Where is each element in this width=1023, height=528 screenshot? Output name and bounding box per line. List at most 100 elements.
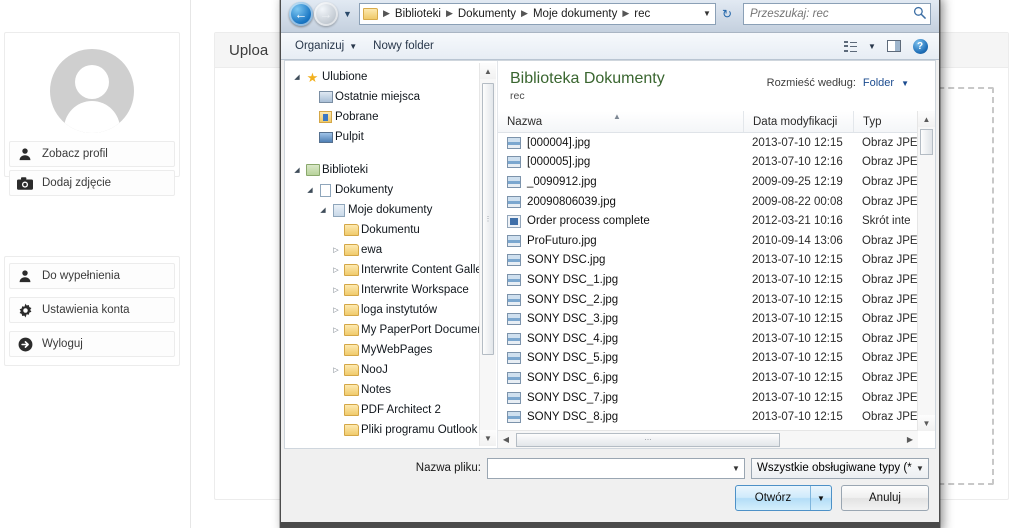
back-arrow-icon[interactable]: ← <box>289 1 313 26</box>
folder-icon <box>342 324 361 336</box>
table-row[interactable]: SONY DSC_4.jpg 2013-07-10 12:15 Obraz JPE <box>498 329 918 349</box>
scroll-up-arrow-icon[interactable]: ▲ <box>480 63 496 79</box>
scroll-up-arrow-icon[interactable]: ▲ <box>918 111 935 127</box>
tree-item-my-paperport-documents[interactable]: ▷ My PaperPort Documents <box>285 320 479 340</box>
scroll-down-arrow-icon[interactable]: ▼ <box>918 415 935 431</box>
expander-closed-icon[interactable]: ▷ <box>330 266 342 274</box>
chevron-down-icon[interactable]: ▼ <box>339 3 356 25</box>
jpeg-file-icon <box>507 371 521 384</box>
file-list-scroll-thumb[interactable] <box>920 129 933 155</box>
expander-closed-icon[interactable]: ▷ <box>330 286 342 294</box>
table-row[interactable]: _0090912.jpg 2009-09-25 12:19 Obraz JPE <box>498 172 918 192</box>
tree-item-notes[interactable]: Notes <box>285 380 479 400</box>
sidebar-item-add-photo[interactable]: Dodaj zdjęcie <box>9 170 175 196</box>
file-open-dialog[interactable]: ← → ▼ ▶ Biblioteki ▶ Dokumenty ▶ Moje do… <box>280 0 940 528</box>
breadcrumb-item-3[interactable]: rec <box>632 8 652 20</box>
forward-arrow-icon[interactable]: → <box>314 1 338 26</box>
file-name-label: SONY DSC_6.jpg <box>527 371 619 384</box>
view-caret-chevron-down-icon[interactable]: ▼ <box>863 42 881 51</box>
open-split-button[interactable]: Otwórz ▼ <box>735 485 832 511</box>
refresh-icon[interactable]: ↻ <box>716 7 738 21</box>
expander-closed-icon[interactable]: ▷ <box>330 306 342 314</box>
view-list-icon[interactable] <box>837 40 863 52</box>
column-header-type[interactable]: Typ <box>853 111 918 132</box>
chevron-down-icon[interactable]: ▼ <box>699 9 715 18</box>
column-header-name[interactable]: Nazwa ▲ <box>498 111 743 132</box>
tree-item-dokumentu[interactable]: Dokumentu <box>285 220 479 240</box>
file-name-cell: SONY DSC_2.jpg <box>498 293 743 306</box>
scroll-down-arrow-icon[interactable]: ▼ <box>480 430 496 446</box>
help-icon[interactable]: ? <box>907 38 933 54</box>
tree-item-biblioteki[interactable]: ◢ Biblioteki <box>285 160 479 180</box>
expander-open-icon[interactable]: ◢ <box>291 73 303 81</box>
sidebar-item-view-profile[interactable]: Zobacz profil <box>9 141 175 167</box>
arrange-by-label: Rozmieść według: <box>766 77 856 89</box>
arrange-by-value[interactable]: Folder <box>863 77 894 89</box>
table-row[interactable]: SONY DSC_2.jpg 2013-07-10 12:15 Obraz JPE <box>498 290 918 310</box>
open-button[interactable]: Otwórz <box>736 486 810 510</box>
breadcrumb-item-1[interactable]: Dokumenty <box>456 8 518 20</box>
filename-combobox[interactable]: ▼ <box>487 457 745 479</box>
filename-input[interactable] <box>488 461 728 475</box>
table-row[interactable]: SONY DSC_3.jpg 2013-07-10 12:15 Obraz JPE <box>498 309 918 329</box>
chevron-down-icon[interactable]: ▼ <box>912 464 928 473</box>
new-folder-button[interactable]: Nowy folder <box>365 37 442 55</box>
sidebar-item-to-fill[interactable]: Do wypełnienia <box>9 263 175 289</box>
file-list-horizontal-scrollbar[interactable]: ◀ ⋯ ▶ <box>498 430 918 448</box>
table-row[interactable]: SONY DSC_5.jpg 2013-07-10 12:15 Obraz JPE <box>498 349 918 369</box>
breadcrumb[interactable]: ▶ Biblioteki ▶ Dokumenty ▶ Moje dokument… <box>359 2 716 25</box>
chevron-down-icon[interactable]: ▼ <box>810 486 831 510</box>
tree-item-loga-instytut-w[interactable]: ▷ loga instytutów <box>285 300 479 320</box>
table-row[interactable]: Order process complete 2012-03-21 10:16 Sk… <box>498 211 918 231</box>
scroll-left-arrow-icon[interactable]: ◀ <box>498 435 514 444</box>
tree-item-moje-dokumenty[interactable]: ◢ Moje dokumenty <box>285 200 479 220</box>
tree-item-nooj[interactable]: ▷ NooJ <box>285 360 479 380</box>
tree-item-pdf-architect-2[interactable]: PDF Architect 2 <box>285 400 479 420</box>
table-row[interactable]: ProFuturo.jpg 2010-09-14 13:06 Obraz JPE <box>498 231 918 251</box>
column-header-date[interactable]: Data modyfikacji <box>743 111 853 132</box>
tree-item-pulpit[interactable]: Pulpit <box>285 127 479 147</box>
table-row[interactable]: SONY DSC.jpg 2013-07-10 12:15 Obraz JPE <box>498 251 918 271</box>
table-row[interactable]: SONY DSC_7.jpg 2013-07-10 12:15 Obraz JPE <box>498 388 918 408</box>
tree-item-ewa[interactable]: ▷ ewa <box>285 240 479 260</box>
scroll-right-arrow-icon[interactable]: ▶ <box>902 435 918 444</box>
tree-item-dokumenty[interactable]: ◢ Dokumenty <box>285 180 479 200</box>
expander-open-icon[interactable]: ◢ <box>317 206 329 214</box>
expander-closed-icon[interactable]: ▷ <box>330 246 342 254</box>
sidebar-item-account-settings[interactable]: Ustawienia konta <box>9 297 175 323</box>
table-row[interactable]: SONY DSC_1.jpg 2013-07-10 12:15 Obraz JPE <box>498 270 918 290</box>
tree-item-ulubione[interactable]: ◢ ★ Ulubione <box>285 67 479 87</box>
expander-closed-icon[interactable]: ▷ <box>330 366 342 374</box>
file-name-label: SONY DSC_8.jpg <box>527 411 619 424</box>
arrange-by-control[interactable]: Rozmieść według: Folder ▼ <box>767 77 909 89</box>
search-input[interactable] <box>748 6 913 21</box>
expander-closed-icon[interactable]: ▷ <box>330 326 342 334</box>
table-row[interactable]: 20090806039.jpg 2009-08-22 00:08 Obraz JPE <box>498 192 918 212</box>
table-row[interactable]: [000004].jpg 2013-07-10 12:15 Obraz JPE <box>498 133 918 153</box>
file-list-vertical-scrollbar[interactable]: ▲ ▼ <box>917 111 935 431</box>
expander-open-icon[interactable]: ◢ <box>291 166 303 174</box>
breadcrumb-item-2[interactable]: Moje dokumenty <box>531 8 619 20</box>
tree-item-ostatnie-miejsca[interactable]: Ostatnie miejsca <box>285 87 479 107</box>
tree-item-interwrite-content-gallery[interactable]: ▷ Interwrite Content Gallery <box>285 260 479 280</box>
folder-icon <box>342 224 361 236</box>
preview-pane-icon[interactable] <box>881 40 907 52</box>
search-box[interactable] <box>743 2 931 25</box>
file-list-hscroll-thumb[interactable]: ⋯ <box>516 432 780 447</box>
table-row[interactable]: SONY DSC_8.jpg 2013-07-10 12:15 Obraz JPE <box>498 407 918 427</box>
table-row[interactable]: [000005].jpg 2013-07-10 12:16 Obraz JPE <box>498 153 918 173</box>
tree-item-pobrane[interactable]: Pobrane <box>285 107 479 127</box>
expander-open-icon[interactable]: ◢ <box>304 186 316 194</box>
sidebar-item-logout[interactable]: Wyloguj <box>9 331 175 357</box>
table-row[interactable]: SONY DSC_6.jpg 2013-07-10 12:15 Obraz JPE <box>498 368 918 388</box>
tree-item-mywebpages[interactable]: MyWebPages <box>285 340 479 360</box>
filetype-combobox[interactable]: Wszystkie obsługiwane typy (*.j ▼ <box>751 457 929 479</box>
tree-item-interwrite-workspace[interactable]: ▷ Interwrite Workspace <box>285 280 479 300</box>
chevron-down-icon[interactable]: ▼ <box>728 464 744 473</box>
navigation-scroll-thumb[interactable]: ⋮ <box>482 83 494 355</box>
tree-item-pliki-programu-outlook[interactable]: Pliki programu Outlook <box>285 420 479 440</box>
cancel-button[interactable]: Anuluj <box>841 485 929 511</box>
breadcrumb-item-0[interactable]: Biblioteki <box>393 8 443 20</box>
navigation-scrollbar[interactable]: ▲ ⋮ ▼ <box>479 63 496 446</box>
organize-button[interactable]: Organizuj ▼ <box>287 37 365 55</box>
